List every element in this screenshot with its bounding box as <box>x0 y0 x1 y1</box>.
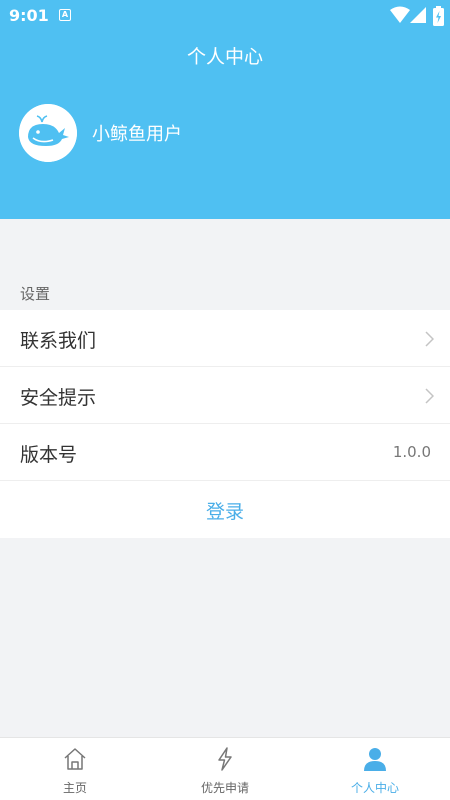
contact-us-item[interactable]: 联系我们 <box>0 310 450 367</box>
version-item: 版本号 1.0.0 <box>0 424 450 481</box>
status-time: 9:01 <box>9 6 49 25</box>
settings-list: 联系我们 安全提示 版本号 1.0.0 登录 <box>0 310 450 538</box>
version-value: 1.0.0 <box>392 443 431 461</box>
battery-icon <box>433 6 444 26</box>
safety-tips-label: 安全提示 <box>20 387 97 409</box>
version-label: 版本号 <box>20 444 78 466</box>
chevron-right-icon <box>425 388 434 404</box>
tab-profile[interactable]: 个人中心 <box>300 738 450 800</box>
signal-icon <box>410 7 426 23</box>
home-icon <box>64 748 86 770</box>
whale-icon <box>19 104 77 162</box>
safety-tips-item[interactable]: 安全提示 <box>0 367 450 424</box>
tab-profile-label: 个人中心 <box>350 781 399 795</box>
lightning-icon <box>218 747 232 771</box>
tab-priority-apply-label: 优先申请 <box>200 781 249 795</box>
bottom-tab-bar: 主页 优先申请 个人中心 <box>0 737 450 800</box>
person-icon <box>364 748 386 771</box>
tab-priority-apply[interactable]: 优先申请 <box>150 738 300 800</box>
avatar[interactable] <box>19 104 77 162</box>
login-button[interactable]: 登录 <box>0 481 450 538</box>
page-title: 个人中心 <box>186 46 263 68</box>
tab-home[interactable]: 主页 <box>0 738 150 800</box>
profile-header: 9:01 A 个人中心 小鲸鱼用户 <box>0 0 450 219</box>
contact-us-label: 联系我们 <box>20 330 97 352</box>
status-bar: 9:01 A <box>0 0 450 32</box>
tab-home-label: 主页 <box>62 781 87 795</box>
wifi-icon <box>390 6 410 23</box>
login-label: 登录 <box>205 501 244 523</box>
settings-section-label: 设置 <box>20 285 51 303</box>
chevron-right-icon <box>425 331 434 347</box>
accessibility-indicator: A <box>59 9 71 21</box>
username: 小鲸鱼用户 <box>92 124 182 145</box>
